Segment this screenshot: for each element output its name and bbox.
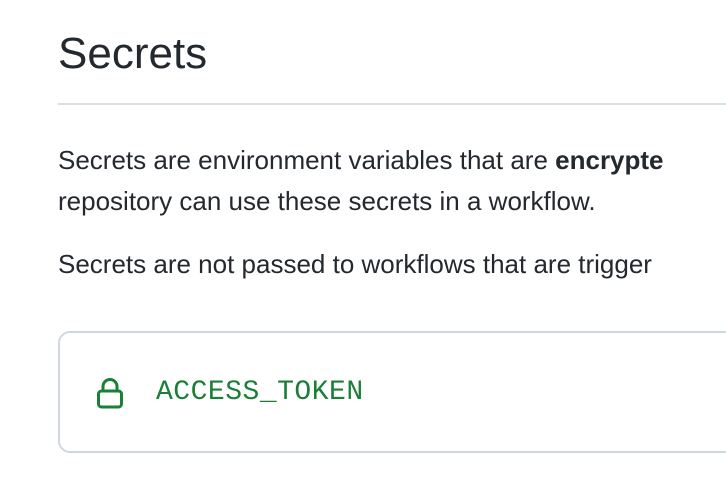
secrets-section: Secrets Secrets are environment variable… bbox=[58, 0, 726, 492]
secret-name: ACCESS_TOKEN bbox=[156, 377, 364, 408]
secrets-list: ACCESS_TOKEN bbox=[58, 331, 726, 453]
description-text-line-2: repository can use these secrets in a wo… bbox=[58, 186, 596, 216]
secrets-trigger-note: Secrets are not passed to workflows that… bbox=[58, 249, 652, 279]
page-title: Secrets bbox=[58, 29, 208, 78]
description-text: Secrets are environment variables that a… bbox=[58, 145, 556, 175]
lock-icon bbox=[96, 377, 124, 409]
secrets-description: Secrets are environment variables that a… bbox=[58, 140, 664, 222]
secret-item[interactable]: ACCESS_TOKEN bbox=[96, 376, 364, 410]
description-emphasis: encrypte bbox=[555, 145, 664, 175]
title-divider bbox=[58, 103, 726, 105]
